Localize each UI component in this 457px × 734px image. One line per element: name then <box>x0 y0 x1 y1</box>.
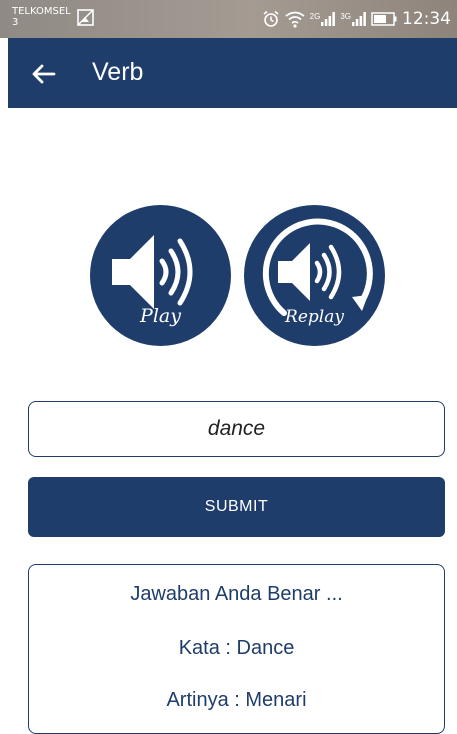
result-meaning: Artinya : Menari <box>166 689 307 711</box>
network-3g-label: 3G <box>340 12 351 21</box>
signal-icon <box>321 12 336 26</box>
carrier-label: TELKOMSEL <box>12 6 71 17</box>
page-title: Verb <box>92 58 144 86</box>
network-2g-label: 2G <box>309 12 321 21</box>
carrier-name: TELKOMSEL 3 <box>12 6 71 28</box>
play-label: Play <box>140 305 181 327</box>
replay-audio-button[interactable]: Replay <box>244 205 385 346</box>
replay-label: Replay <box>285 307 344 327</box>
app-bar: Verb <box>8 38 457 108</box>
signal-icon <box>352 12 366 26</box>
network-3g-signal: 3G <box>340 12 366 26</box>
status-bar: TELKOMSEL 3 2G 3G 12:34 <box>0 0 457 38</box>
submit-button[interactable]: SUBMIT <box>28 477 445 537</box>
carrier-sub: 3 <box>12 17 19 28</box>
result-word: Kata : Dance <box>178 637 295 659</box>
alarm-icon <box>263 10 279 27</box>
back-arrow-icon[interactable] <box>30 60 58 88</box>
network-2g-signal: 2G <box>310 12 336 26</box>
play-audio-button[interactable]: Play <box>90 205 231 346</box>
battery-icon <box>371 12 397 26</box>
wifi-icon <box>285 11 305 28</box>
image-notification-icon <box>77 9 94 26</box>
result-status: Jawaban Anda Benar ... <box>130 583 343 605</box>
answer-input[interactable] <box>28 401 445 457</box>
result-panel: Jawaban Anda Benar ... Kata : Dance Arti… <box>28 564 445 734</box>
status-icons: 2G 3G 12:34 <box>262 7 451 31</box>
clock: 12:34 <box>402 9 451 29</box>
